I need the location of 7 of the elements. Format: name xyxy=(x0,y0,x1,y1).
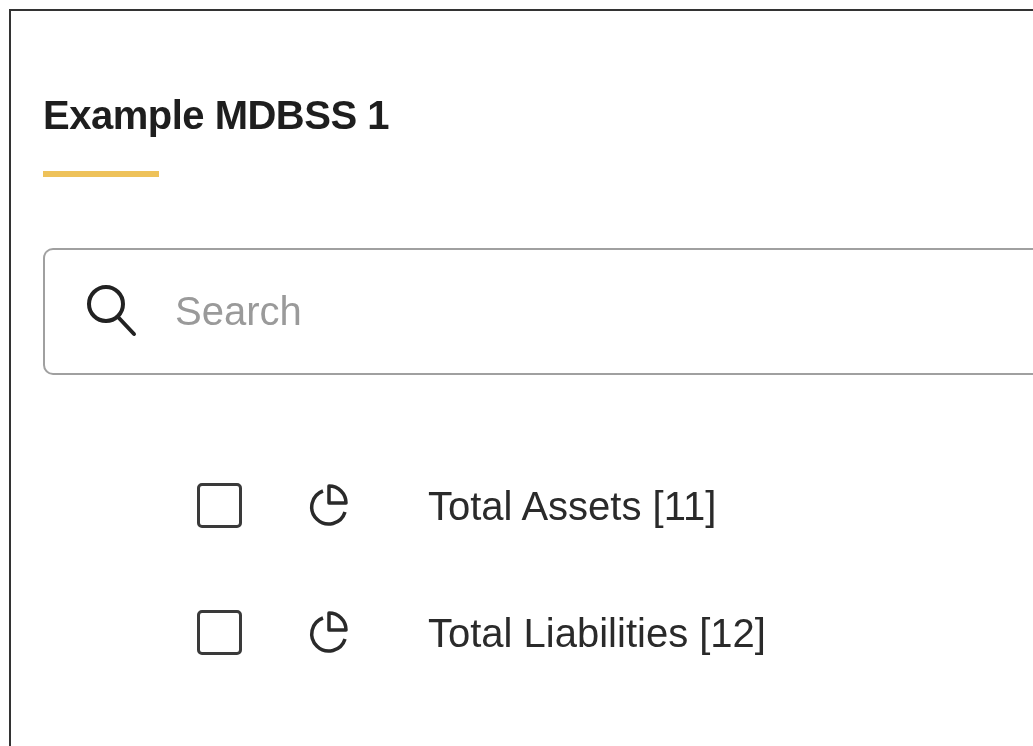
search-icon xyxy=(85,283,137,337)
search-field[interactable]: Search xyxy=(43,248,1033,375)
checkbox[interactable] xyxy=(197,610,242,655)
item-label: Total Liabilities [12] xyxy=(428,609,766,657)
checkbox[interactable] xyxy=(197,483,242,528)
item-label: Total Assets [11] xyxy=(428,482,717,530)
panel-title: Example MDBSS 1 xyxy=(43,92,390,139)
